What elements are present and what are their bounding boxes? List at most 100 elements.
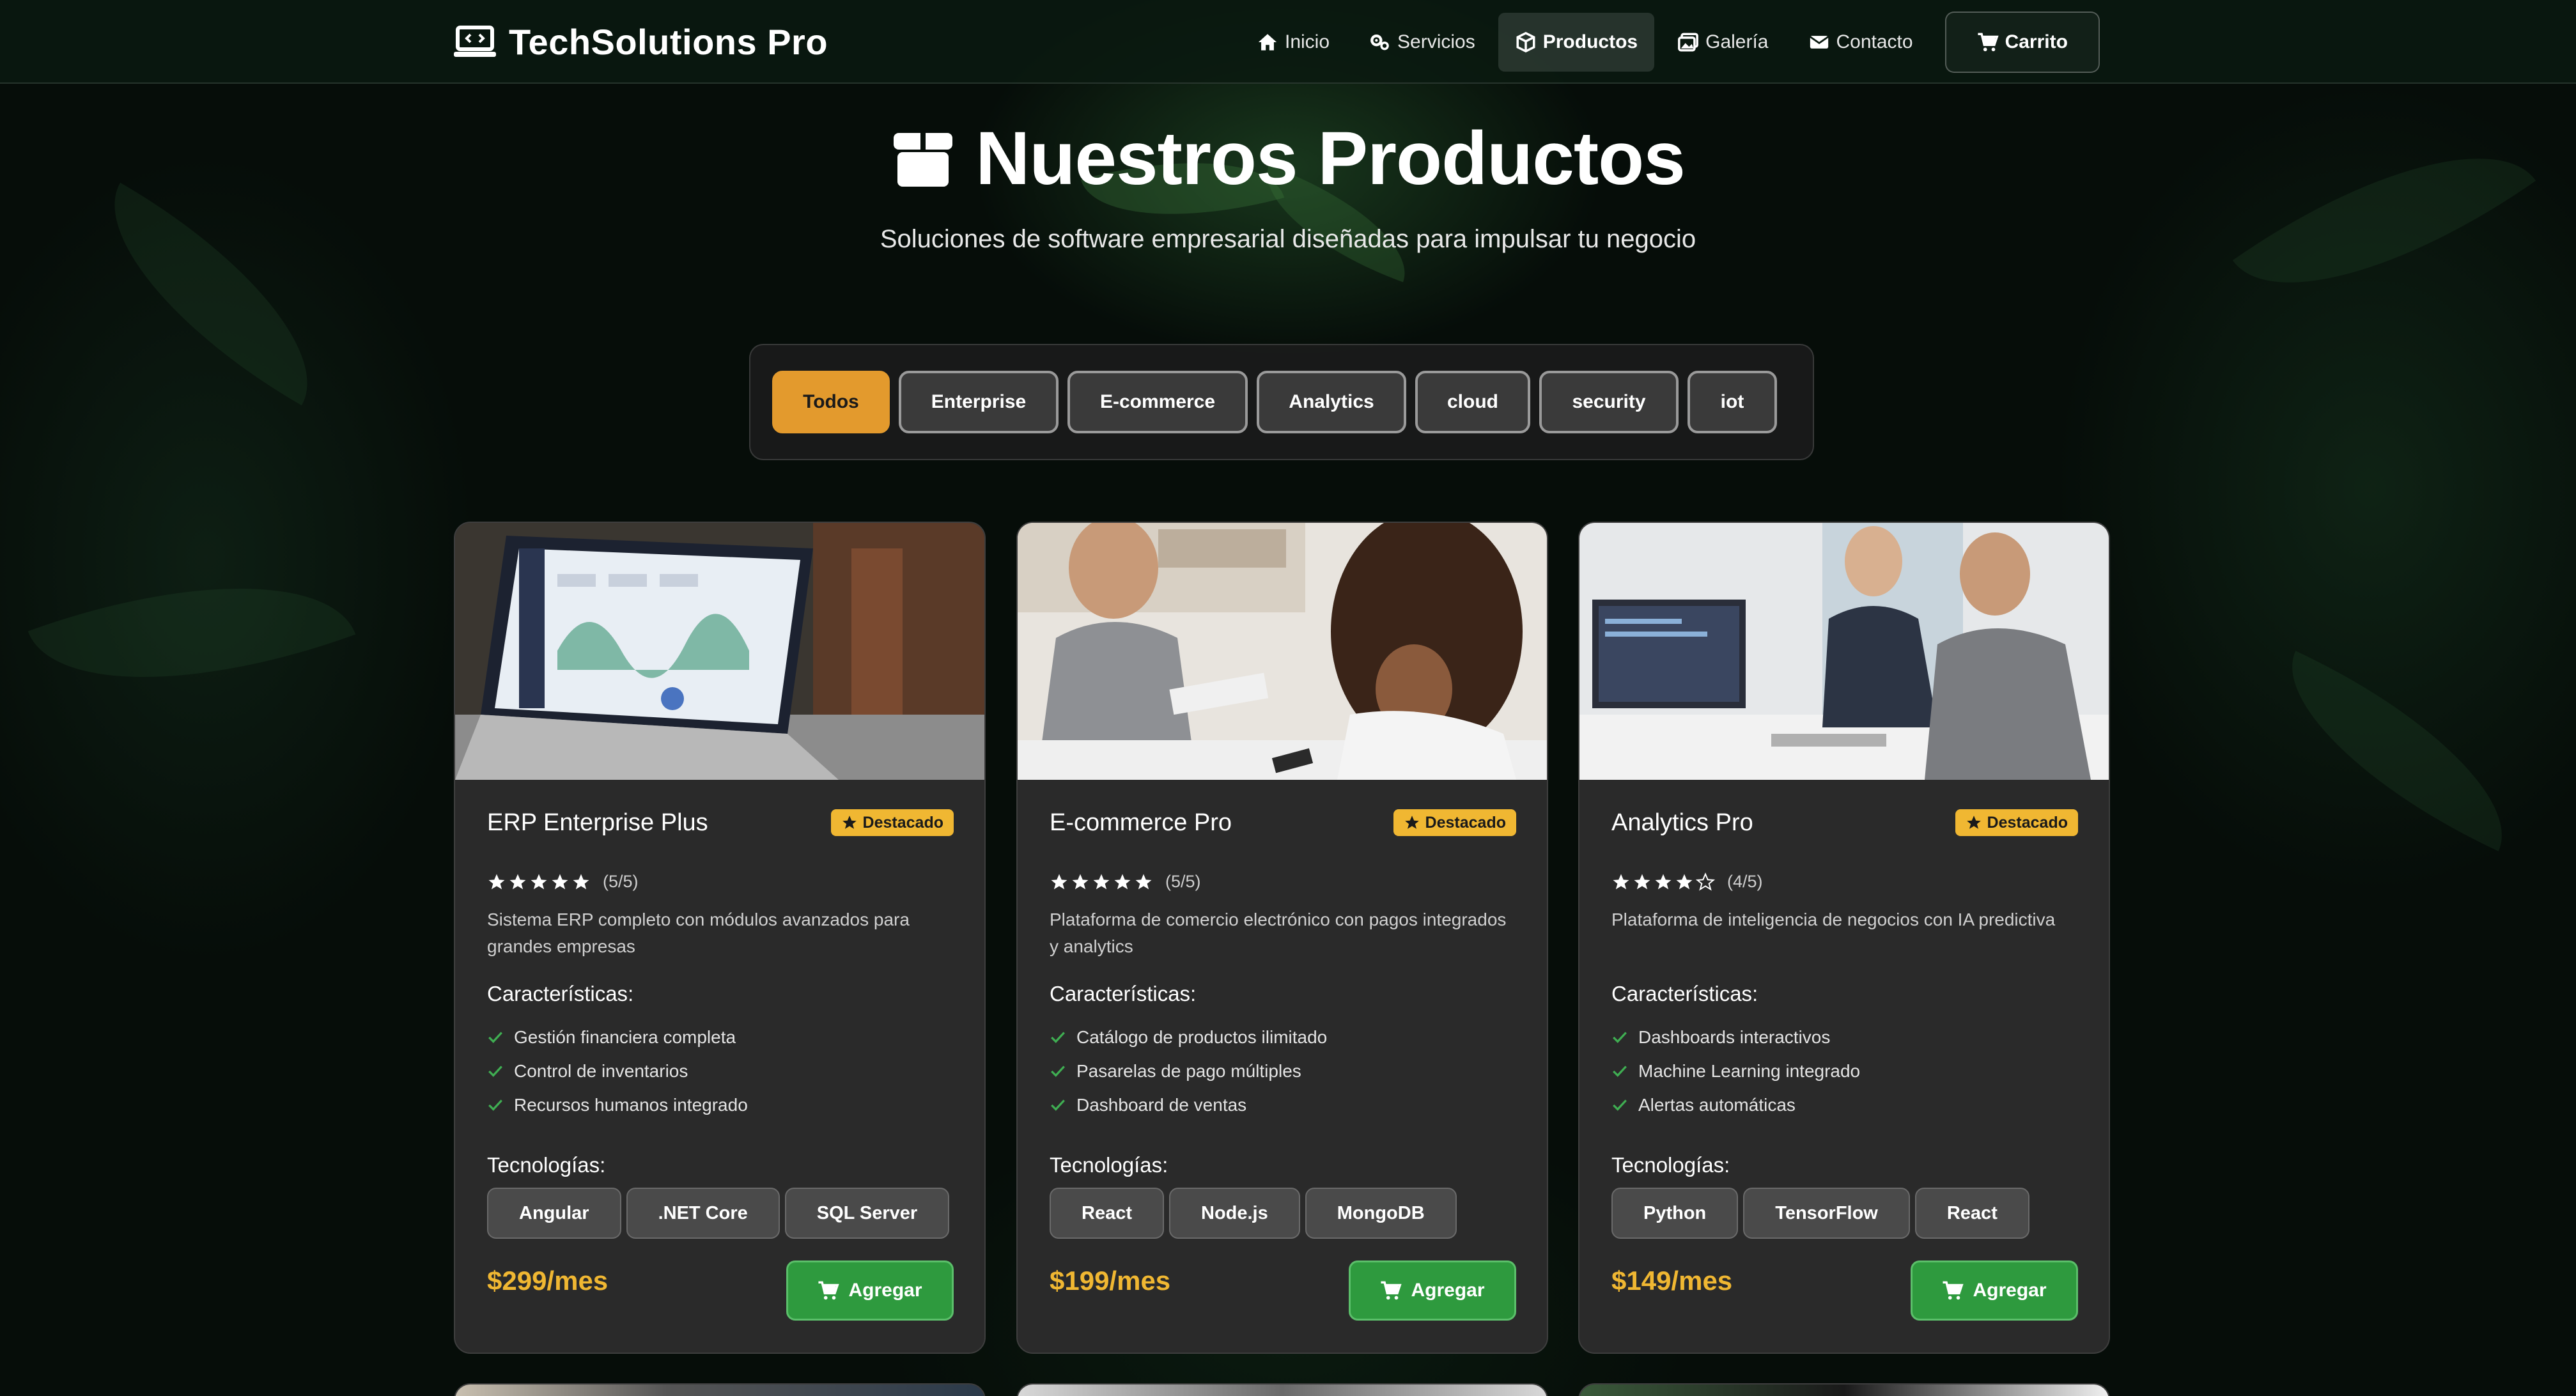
star-outline-icon <box>1696 872 1715 890</box>
gears-icon <box>1370 34 1389 50</box>
tech-tag: SQL Server <box>784 1188 950 1239</box>
category-filter-bar: Todos Enterprise E-commerce Analytics cl… <box>749 344 1814 460</box>
cart-icon <box>1943 1281 1964 1300</box>
hero-title: Nuestros Productos <box>0 115 2576 202</box>
technology-tags: React Node.js MongoDB <box>1050 1188 1462 1239</box>
nav-label: Inicio <box>1285 31 1330 52</box>
feature-text: Machine Learning integrado <box>1638 1060 1861 1081</box>
featured-badge: Destacado <box>1955 809 2078 836</box>
box-icon <box>1516 31 1535 53</box>
product-image <box>1018 523 1547 780</box>
filter-todos[interactable]: Todos <box>772 371 890 433</box>
navbar: TechSolutions Pro Inicio Servicios Produ… <box>0 0 2576 84</box>
brand-name: TechSolutions Pro <box>509 21 828 62</box>
product-description: Sistema ERP completo con módulos avanzad… <box>487 910 910 956</box>
add-to-cart-button[interactable]: Agregar <box>1911 1260 2078 1321</box>
product-card: Analytics Pro Destacado (4/5) Plataforma… <box>1578 522 2110 1354</box>
nav-label: Galería <box>1705 31 1769 52</box>
product-title: ERP Enterprise Plus <box>487 809 708 836</box>
main-nav: Inicio Servicios Productos Galería Conta… <box>1240 6 2100 78</box>
tech-tag: Angular <box>487 1188 621 1239</box>
product-title: E-commerce Pro <box>1050 809 1232 836</box>
star-icon <box>488 874 505 889</box>
product-card-partial <box>1016 1383 1548 1396</box>
star-icon <box>573 874 589 889</box>
featured-label: Destacado <box>1425 813 1506 832</box>
star-icon <box>531 874 547 889</box>
technologies-heading: Tecnologías: <box>487 1153 606 1177</box>
brand-logo[interactable]: TechSolutions Pro <box>454 18 828 65</box>
feature-item: Dashboards interactivos <box>1611 1020 1860 1054</box>
check-icon <box>1613 1065 1627 1077</box>
product-image <box>455 523 984 780</box>
check-icon <box>1051 1065 1065 1077</box>
star-icon <box>1051 874 1067 889</box>
technology-tags: Angular .NET Core SQL Server <box>487 1188 954 1239</box>
filter-analytics[interactable]: Analytics <box>1257 371 1406 433</box>
add-to-cart-button[interactable]: Agregar <box>786 1260 954 1321</box>
product-description: Plataforma de inteligencia de negocios c… <box>1611 910 2056 929</box>
box-icon <box>894 133 953 187</box>
tech-tag: React <box>1914 1188 2029 1239</box>
featured-label: Destacado <box>1987 813 2068 832</box>
tech-tag: MongoDB <box>1305 1188 1457 1239</box>
featured-badge: Destacado <box>830 809 954 836</box>
images-icon <box>1678 33 1699 52</box>
nav-item-productos[interactable]: Productos <box>1498 13 1655 72</box>
rating-text: (5/5) <box>1165 872 1201 891</box>
nav-item-galeria[interactable]: Galería <box>1661 13 1785 72</box>
filter-ecommerce[interactable]: E-commerce <box>1067 371 1248 433</box>
feature-item: Dashboard de ventas <box>1050 1088 1327 1122</box>
product-card: ERP Enterprise Plus Destacado (5/5) Sist… <box>454 522 986 1354</box>
tech-tag: React <box>1050 1188 1164 1239</box>
star-icon <box>1676 874 1693 889</box>
add-to-cart-button[interactable]: Agregar <box>1349 1260 1516 1321</box>
filter-security[interactable]: security <box>1539 371 1679 433</box>
check-icon <box>1051 1031 1065 1043</box>
feature-list: Gestión financiera completa Control de i… <box>487 1020 748 1122</box>
star-icon <box>1655 874 1672 889</box>
nav-item-inicio[interactable]: Inicio <box>1240 13 1346 72</box>
product-price: $299/mes <box>487 1266 609 1296</box>
feature-item: Recursos humanos integrado <box>487 1088 748 1122</box>
filter-iot[interactable]: iot <box>1688 371 1777 433</box>
product-price: $199/mes <box>1050 1266 1171 1296</box>
technology-tags: Python TensorFlow React <box>1611 1188 2035 1239</box>
cart-button[interactable]: Carrito <box>1944 12 2100 73</box>
feature-item: Pasarelas de pago múltiples <box>1050 1054 1327 1088</box>
nav-item-contacto[interactable]: Contacto <box>1792 13 1930 72</box>
technologies-heading: Tecnologías: <box>1611 1153 1730 1177</box>
product-card: E-commerce Pro Destacado (5/5) Plataform… <box>1016 522 1548 1354</box>
cart-icon <box>1381 1281 1402 1300</box>
feature-text: Pasarelas de pago múltiples <box>1076 1060 1301 1081</box>
check-icon <box>1613 1099 1627 1111</box>
feature-text: Recursos humanos integrado <box>514 1094 748 1115</box>
feature-text: Gestión financiera completa <box>514 1027 736 1047</box>
nav-label: Servicios <box>1397 31 1475 52</box>
tech-tag: Node.js <box>1169 1188 1300 1239</box>
star-icon <box>1093 874 1110 889</box>
rating-text: (4/5) <box>1727 872 1763 891</box>
filter-enterprise[interactable]: Enterprise <box>899 371 1059 433</box>
nav-label: Productos <box>1542 31 1638 52</box>
tech-tag: TensorFlow <box>1743 1188 1910 1239</box>
tech-tag: Python <box>1611 1188 1739 1239</box>
cart-label: Carrito <box>2005 31 2068 52</box>
product-title: Analytics Pro <box>1611 809 1753 836</box>
page-subtitle: Soluciones de software empresarial diseñ… <box>880 225 1696 253</box>
star-icon <box>842 816 857 829</box>
filter-cloud[interactable]: cloud <box>1415 371 1530 433</box>
star-icon <box>1404 816 1419 829</box>
technologies-heading: Tecnologías: <box>1050 1153 1168 1177</box>
feature-text: Catálogo de productos ilimitado <box>1076 1027 1328 1047</box>
star-icon <box>1072 874 1089 889</box>
feature-item: Catálogo de productos ilimitado <box>1050 1020 1327 1054</box>
rating-stars: (4/5) <box>1611 872 1763 892</box>
product-card-partial <box>1578 1383 2110 1396</box>
tech-tag: .NET Core <box>626 1188 780 1239</box>
product-card-partial <box>454 1383 986 1396</box>
nav-item-servicios[interactable]: Servicios <box>1353 13 1492 72</box>
home-icon <box>1258 34 1277 50</box>
feature-list: Dashboards interactivos Machine Learning… <box>1611 1020 1860 1122</box>
features-heading: Características: <box>1050 982 1197 1005</box>
